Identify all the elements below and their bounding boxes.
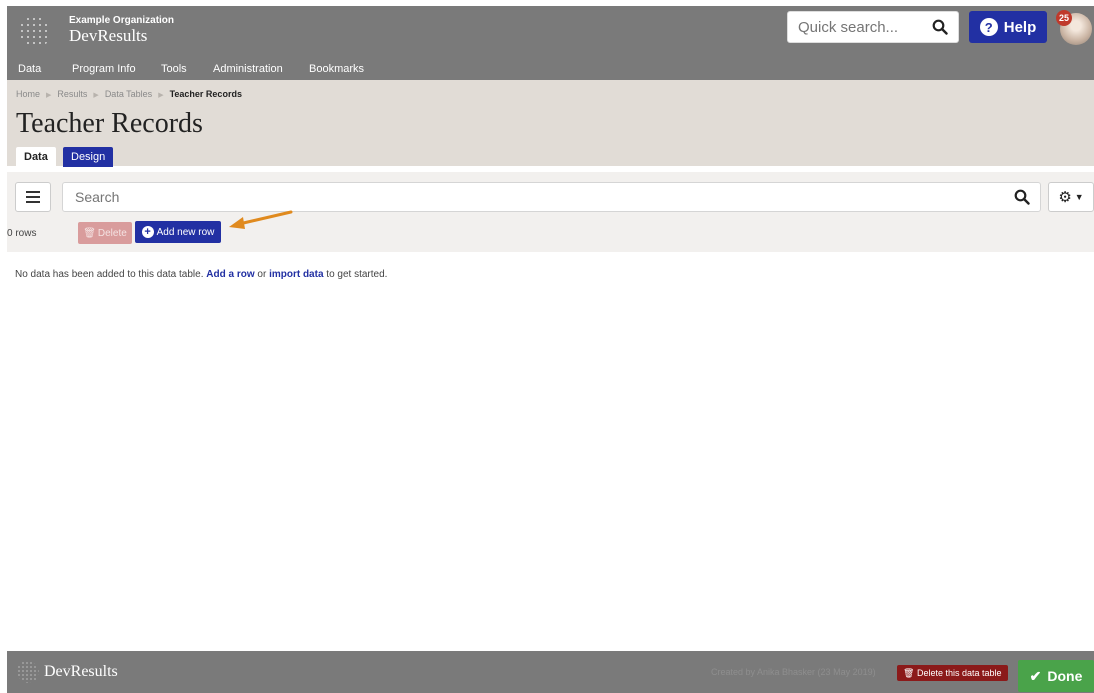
nav-item-data[interactable]: Data	[18, 63, 41, 75]
breadcrumb-home[interactable]: Home	[16, 89, 40, 99]
search-icon[interactable]	[1014, 189, 1030, 205]
add-new-row-button[interactable]: + Add new row	[135, 221, 221, 243]
breadcrumb-data-tables[interactable]: Data Tables	[105, 89, 152, 99]
table-search	[62, 182, 1041, 212]
page-title: Teacher Records	[16, 108, 203, 139]
breadcrumb-current: Teacher Records	[169, 89, 242, 99]
nav-item-administration[interactable]: Administration	[213, 63, 283, 75]
delete-data-table-label: Delete this data table	[916, 668, 1002, 678]
help-label: Help	[1003, 18, 1037, 36]
quick-search	[787, 11, 959, 43]
rows-count: 0 rows	[7, 228, 37, 239]
import-data-link[interactable]: import data	[269, 269, 323, 280]
search-icon[interactable]	[932, 19, 948, 35]
breadcrumb-results[interactable]: Results	[57, 89, 87, 99]
nav-item-program-info[interactable]: Program Info	[72, 63, 136, 75]
app-name[interactable]: DevResults	[69, 26, 147, 46]
footer-brand: DevResults	[44, 663, 118, 680]
breadcrumb-separator-icon: ▶	[158, 92, 164, 99]
breadcrumb: Home ▶ Results ▶ Data Tables ▶ Teacher Records	[16, 89, 242, 99]
search-input[interactable]	[75, 183, 975, 211]
delete-label: Delete	[97, 227, 127, 239]
gear-icon: ⚙	[1058, 189, 1072, 206]
empty-state-text: No data has been added to this data tabl…	[15, 269, 207, 280]
empty-state-message: No data has been added to this data tabl…	[15, 269, 387, 280]
delete-data-table-button[interactable]: 🗑 Delete this data table	[897, 665, 1008, 681]
add-a-row-link[interactable]: Add a row	[206, 269, 254, 280]
breadcrumb-separator-icon: ▶	[46, 92, 52, 99]
nav-item-tools[interactable]: Tools	[161, 63, 187, 75]
left-margin	[0, 0, 7, 693]
breadcrumb-separator-icon: ▶	[93, 92, 99, 99]
hamburger-icon	[26, 191, 40, 203]
page-header: Home ▶ Results ▶ Data Tables ▶ Teacher Records…	[7, 80, 1094, 167]
trash-icon: 🗑	[83, 227, 96, 239]
main-nav: Data Program Info Tools Administration B…	[7, 58, 1094, 80]
tab-data[interactable]: Data	[16, 147, 56, 167]
plus-circle-icon: +	[141, 226, 154, 238]
quick-search-input[interactable]	[798, 12, 928, 42]
caret-down-icon: ▼	[1074, 192, 1084, 202]
checkmark-icon: ✔	[1029, 667, 1042, 684]
organization-name: Example Organization	[69, 15, 175, 26]
created-by-text: Created by Anika Bhasker (23 May 2019)	[711, 667, 876, 677]
question-circle-icon: ?	[979, 18, 998, 36]
done-label: Done	[1047, 668, 1083, 684]
delete-button[interactable]: 🗑 Delete	[78, 222, 132, 244]
settings-dropdown-button[interactable]: ⚙ ▼	[1048, 182, 1094, 212]
nav-item-bookmarks[interactable]: Bookmarks	[309, 63, 364, 75]
notification-badge[interactable]: 25	[1056, 10, 1072, 26]
footer-bar: DevResults Created by Anika Bhasker (23 …	[7, 651, 1094, 693]
empty-state-or: or	[254, 269, 270, 280]
table-toolbar: ⚙ ▼ 0 rows 🗑 Delete + Add new row	[7, 172, 1094, 252]
devresults-logo-icon[interactable]	[19, 16, 51, 48]
devresults-logo-icon	[17, 661, 39, 683]
done-button[interactable]: ✔ Done	[1018, 660, 1094, 692]
tab-design[interactable]: Design	[63, 147, 114, 167]
trash-icon: 🗑	[903, 668, 915, 678]
app-window: Example Organization DevResults ? Help 2…	[0, 0, 1094, 693]
menu-button[interactable]	[15, 182, 51, 212]
top-header: Example Organization DevResults ? Help 2…	[7, 6, 1094, 58]
annotation-arrow-icon	[229, 210, 293, 229]
add-new-row-label: Add new row	[156, 226, 215, 238]
empty-state-suffix: to get started.	[323, 269, 388, 280]
help-button[interactable]: ? Help	[969, 11, 1047, 43]
